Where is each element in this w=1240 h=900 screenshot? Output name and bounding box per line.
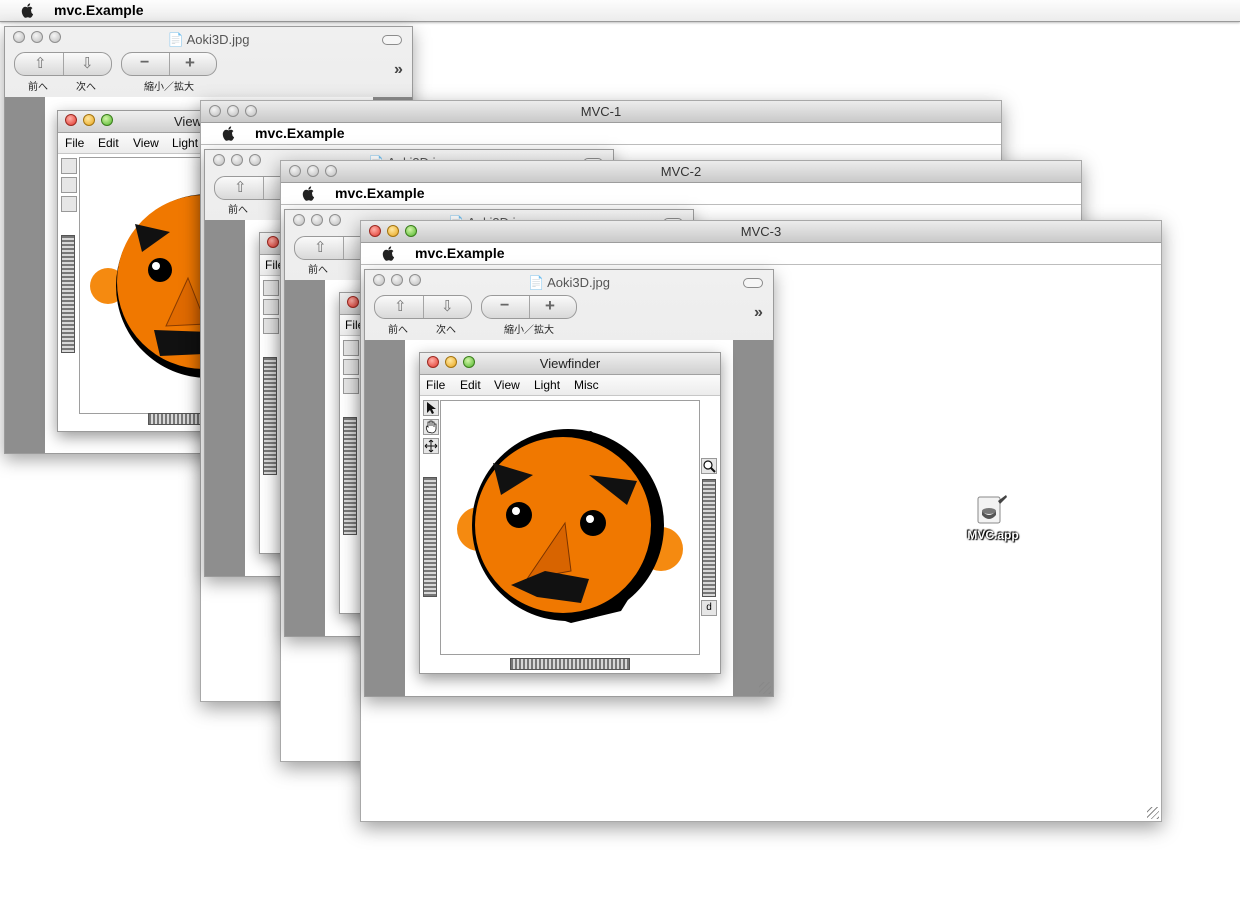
viewfinder-menubar: File Edit View Light Misc <box>420 375 720 396</box>
window-title: MVC-3 <box>740 224 782 239</box>
zoom-segment[interactable]: − + <box>121 52 217 76</box>
vertical-slider[interactable] <box>343 417 357 535</box>
face-render <box>457 429 683 623</box>
menu-file[interactable]: File <box>65 136 84 150</box>
desktop-icon-label[interactable]: MVC.app <box>950 528 1036 542</box>
back-next-segment[interactable]: ⇧ ⇩ <box>374 295 472 319</box>
back-next-segment[interactable]: ⇧ ⇩ <box>14 52 112 76</box>
move-tool-icon[interactable] <box>343 378 359 394</box>
zoom-label: 縮小／拡大 <box>144 82 194 93</box>
move-tool-icon[interactable] <box>263 318 279 334</box>
face-render <box>90 194 218 378</box>
window-title: MVC-1 <box>580 104 622 119</box>
move-tool-icon[interactable] <box>61 196 77 212</box>
window-titlebar: MVC-3 <box>361 221 1161 243</box>
toolbar-toggle-button[interactable] <box>743 278 763 288</box>
inner-menubar: mvc.Example <box>281 183 1081 205</box>
resize-grip-icon[interactable] <box>1147 807 1159 819</box>
zoom-segment[interactable]: − + <box>481 295 577 319</box>
close-button[interactable] <box>347 296 359 308</box>
menu-edit[interactable]: Edit <box>460 378 481 392</box>
plus-icon: + <box>545 296 555 315</box>
toolbar-overflow-icon[interactable]: » <box>394 61 403 79</box>
system-menubar: mvc.Example <box>0 0 1240 22</box>
back-label: 前へ <box>28 82 48 93</box>
app-name-menu[interactable]: mvc.Example <box>54 2 144 18</box>
inner-menubar: mvc.Example <box>361 243 1161 265</box>
app-name-menu[interactable]: mvc.Example <box>255 125 345 141</box>
viewfinder-window: Viewfinder File Edit View Light Misc d <box>419 352 721 674</box>
magnify-icon[interactable] <box>701 458 717 474</box>
close-button[interactable] <box>267 236 279 248</box>
up-arrow-icon: ⇧ <box>34 55 47 72</box>
hand-tool-icon[interactable] <box>343 359 359 375</box>
arrow-tool-icon[interactable] <box>423 400 439 416</box>
preview-titlebar: 📄 Aoki3D.jpg <box>5 27 412 51</box>
menu-view[interactable]: View <box>133 136 159 150</box>
close-button[interactable] <box>65 114 77 126</box>
application-icon[interactable] <box>970 493 1010 533</box>
menu-view[interactable]: View <box>494 378 520 392</box>
viewfinder-title: Viewfinder <box>539 356 601 371</box>
viewfinder-window-back: View File Edit View Light <box>57 110 219 432</box>
window-titlebar: MVC-1 <box>201 101 1001 123</box>
inner-menubar: mvc.Example <box>201 123 1001 145</box>
toolbar-overflow-icon[interactable]: » <box>754 304 763 322</box>
minus-icon: − <box>140 54 150 71</box>
move-tool-icon[interactable] <box>423 438 439 454</box>
zoom-label: 縮小／拡大 <box>504 325 554 336</box>
up-arrow-icon: ⇧ <box>314 239 327 256</box>
preview-window: 📄 Aoki3D.jpg ⇧ ⇩ − + 前へ 次へ 縮小／拡大 » Viewf… <box>364 269 774 697</box>
preview-title: 📄 Aoki3D.jpg <box>167 32 250 47</box>
arrow-tool-icon[interactable] <box>263 280 279 296</box>
zoom-button[interactable] <box>101 114 113 126</box>
apple-menu-icon[interactable] <box>381 245 397 261</box>
menu-edit[interactable]: Edit <box>98 136 119 150</box>
menu-light[interactable]: Light <box>172 136 198 150</box>
render-canvas[interactable] <box>440 400 700 655</box>
apple-menu-icon[interactable] <box>20 2 36 18</box>
toolbar-toggle-button[interactable] <box>382 35 402 45</box>
minimize-button[interactable] <box>83 114 95 126</box>
window-title: MVC-2 <box>660 164 702 179</box>
down-arrow-icon: ⇩ <box>81 55 94 72</box>
vertical-slider-right[interactable] <box>702 479 716 597</box>
dolly-button[interactable]: d <box>701 600 717 616</box>
menu-file[interactable]: File <box>426 378 445 392</box>
hand-tool-icon[interactable] <box>61 177 77 193</box>
arrow-tool-icon[interactable] <box>61 158 77 174</box>
vertical-slider[interactable] <box>263 357 277 475</box>
apple-menu-icon[interactable] <box>301 185 317 201</box>
next-label: 次へ <box>436 325 456 336</box>
app-name-menu[interactable]: mvc.Example <box>335 185 425 201</box>
apple-menu-icon[interactable] <box>221 125 237 141</box>
window-mvc3: MVC-3 mvc.Example 📄 Aoki3D.jpg ⇧ ⇩ − + 前… <box>360 220 1162 822</box>
arrow-tool-icon[interactable] <box>343 340 359 356</box>
vertical-slider[interactable] <box>61 235 75 353</box>
minus-icon: − <box>500 297 510 314</box>
hand-tool-icon[interactable] <box>423 419 439 435</box>
vertical-slider-left[interactable] <box>423 477 437 597</box>
up-arrow-icon: ⇧ <box>234 179 247 196</box>
down-arrow-icon: ⇩ <box>441 298 454 315</box>
back-label: 前へ <box>388 325 408 336</box>
app-name-menu[interactable]: mvc.Example <box>415 245 505 261</box>
back-label: 前へ <box>228 205 248 216</box>
plus-icon: + <box>185 53 195 72</box>
hand-tool-icon[interactable] <box>263 299 279 315</box>
render-canvas[interactable] <box>79 157 218 414</box>
menu-misc[interactable]: Misc <box>574 378 599 392</box>
back-label: 前へ <box>308 265 328 276</box>
window-titlebar: MVC-2 <box>281 161 1081 183</box>
preview-title: 📄 Aoki3D.jpg <box>528 275 610 290</box>
menu-light[interactable]: Light <box>534 378 560 392</box>
next-label: 次へ <box>76 82 96 93</box>
viewfinder-menubar: File Edit View Light <box>58 133 218 154</box>
horizontal-slider[interactable] <box>510 658 630 670</box>
resize-grip-icon[interactable] <box>759 682 771 694</box>
up-arrow-icon: ⇧ <box>394 298 407 315</box>
